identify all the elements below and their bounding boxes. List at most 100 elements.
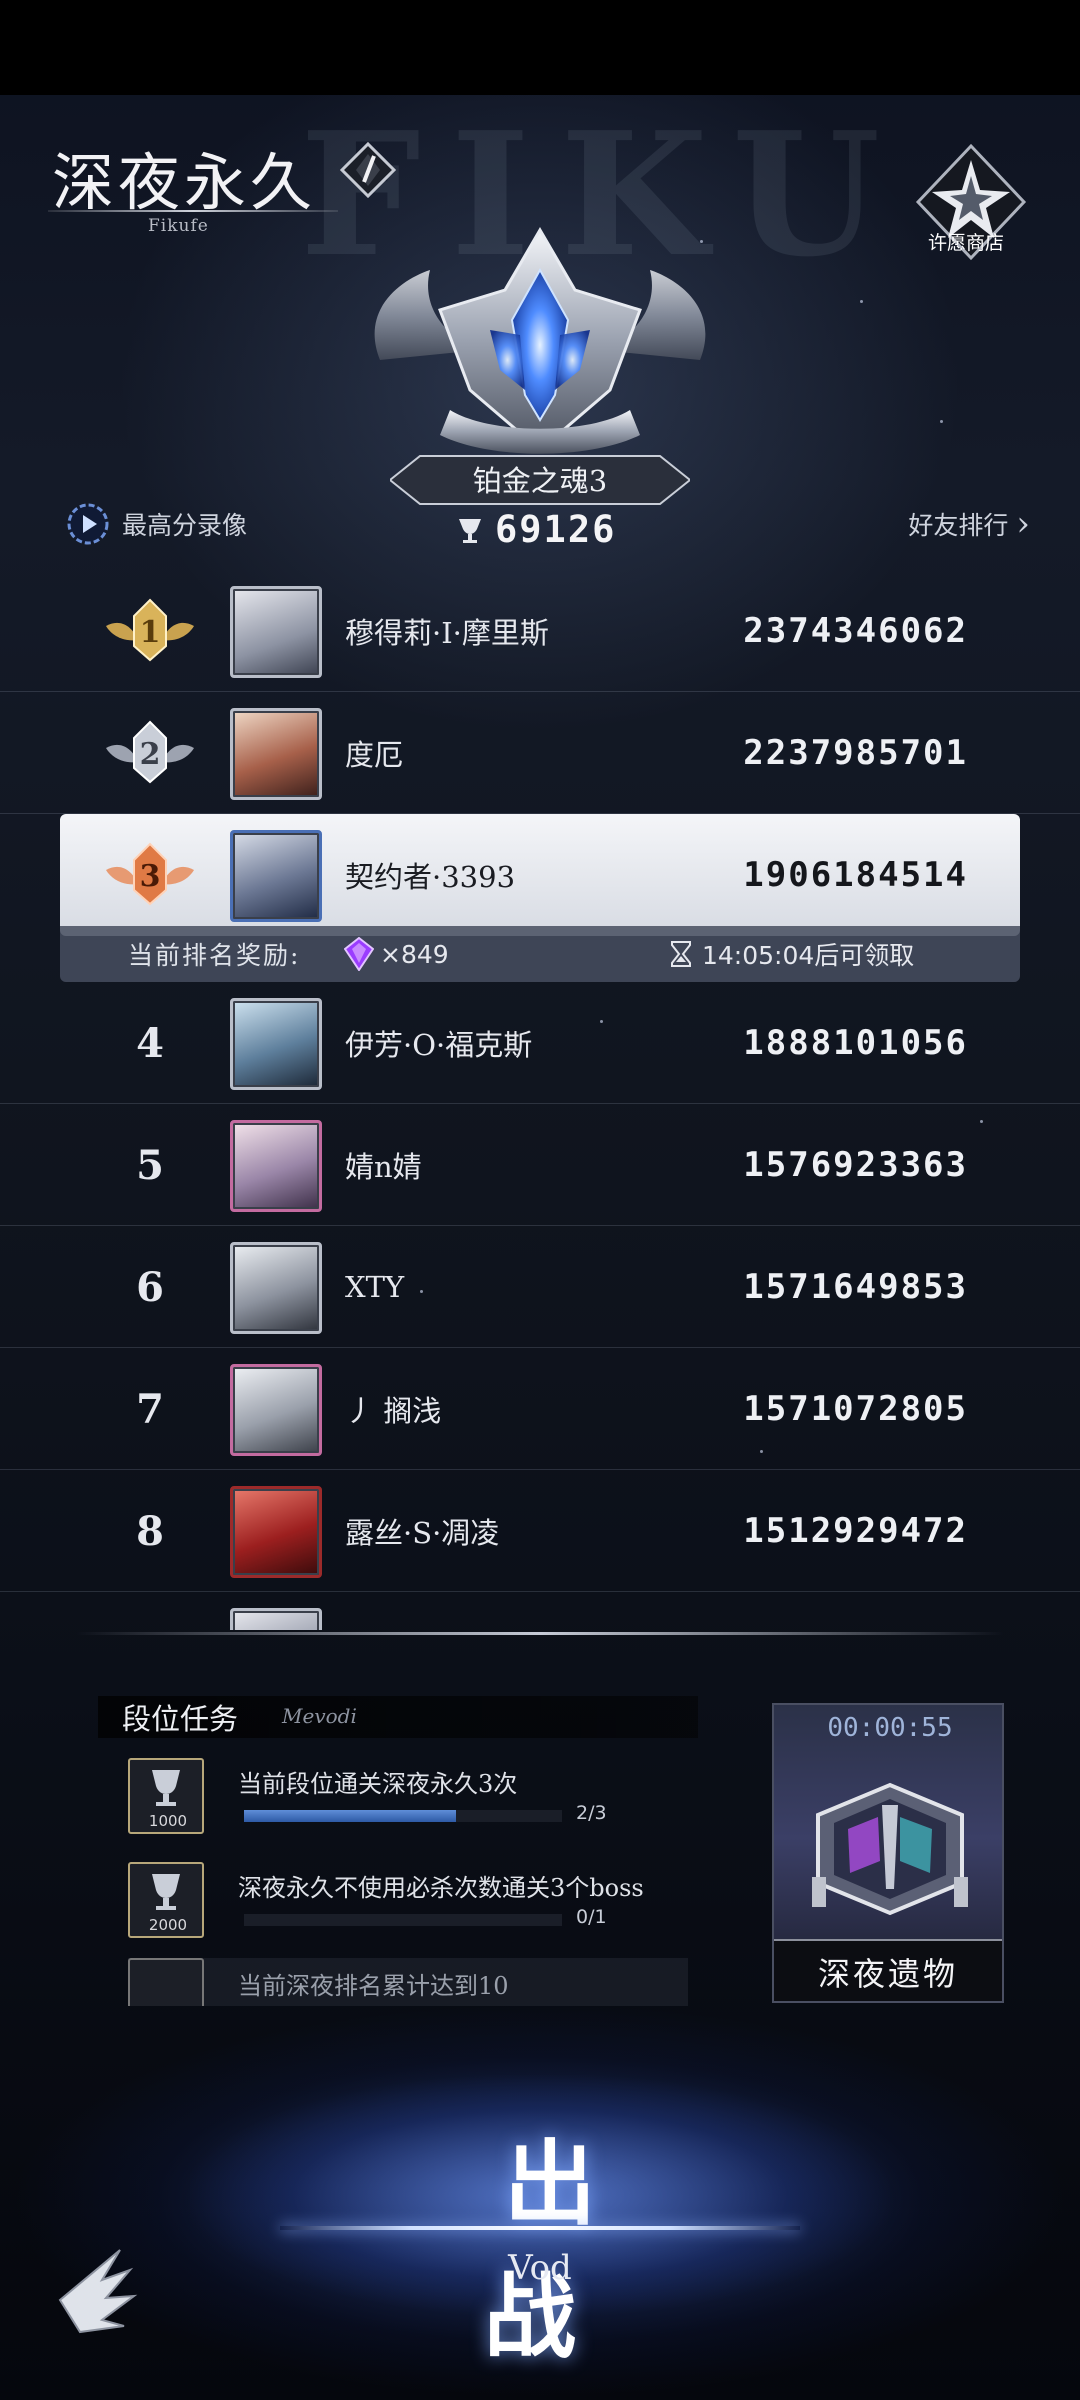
logo-subtitle: Fikufe — [148, 216, 209, 236]
player-name: 伊芳·O·福克斯 — [345, 1028, 533, 1062]
leaderboard-list[interactable]: 1 穆得莉·I·摩里斯 2374346062 2 度厄 2237985701 3… — [0, 570, 1080, 1630]
battle-label: 出战 — [483, 2130, 636, 2371]
rank-number: 4 — [136, 1019, 164, 1067]
bronze-medal-icon: 3 — [106, 842, 194, 906]
friend-ranking-label: 好友排行 — [908, 511, 1009, 540]
task-item[interactable]: 2000 深夜永久不使用必杀次数通关3个boss 0/1 — [128, 1862, 688, 1946]
gold-medal-icon: 1 — [106, 598, 194, 662]
task-reward-trophy-icon: 2000 — [128, 1862, 204, 1938]
rank-medal-silver: 2 — [100, 692, 200, 814]
logo-diamond-icon — [340, 142, 396, 198]
rank-medal-gold: 1 — [100, 570, 200, 692]
tasks-title: 段位任务 — [122, 1702, 239, 1736]
task-reward-amount: 2000 — [148, 1916, 188, 1934]
player-avatar[interactable] — [230, 1608, 322, 1630]
task-progress-bar — [244, 1914, 562, 1926]
svg-text:1: 1 — [140, 615, 161, 650]
leaderboard-row-partial[interactable] — [0, 1592, 1080, 1630]
wish-shop-button[interactable]: 许愿商店 — [906, 140, 1036, 270]
player-name: 契约者·3393 — [345, 860, 516, 894]
rank-reward-bar: 当前排名奖励: ×849 14:05:04后可领取 — [60, 926, 1020, 982]
night-relic-button[interactable]: 00:00:55 深夜遗物 — [772, 1703, 1004, 2003]
task-item-partial[interactable]: 当前深夜排名累计达到10 — [128, 1958, 688, 2006]
task-reward-trophy-icon — [128, 1958, 204, 2006]
logo-title: 深夜永久 — [52, 146, 317, 219]
leaderboard-row[interactable]: 4 伊芳·O·福克斯 1888101056 — [0, 982, 1080, 1104]
friend-ranking-button[interactable]: 好友排行 › — [908, 506, 1030, 542]
task-reward-amount: 1000 — [148, 1812, 188, 1830]
trophy-icon — [459, 518, 481, 543]
task-progress-bar — [244, 1810, 562, 1822]
player-name: 婧n婧 — [345, 1150, 422, 1184]
leaderboard-divider — [76, 1632, 1004, 1635]
player-score: 2374346062 — [743, 611, 968, 651]
player-avatar[interactable] — [230, 1120, 322, 1212]
leaderboard-row-self[interactable]: 3 契约者·3393 1906184514 — [60, 814, 1020, 936]
player-score: 1906184514 — [743, 855, 968, 895]
rank-name: 铂金之魂3 — [472, 464, 608, 498]
player-name: 度厄 — [345, 738, 404, 772]
player-avatar[interactable] — [230, 586, 322, 678]
hourglass-icon — [671, 941, 691, 967]
rank-number: 8 — [136, 1507, 164, 1555]
logo-underline — [48, 210, 338, 212]
task-progress-fill — [244, 1810, 457, 1822]
battle-underline — [280, 2226, 800, 2230]
player-avatar[interactable] — [230, 998, 322, 1090]
player-avatar[interactable] — [230, 1486, 322, 1578]
player-score: 1512929472 — [743, 1511, 968, 1551]
task-progress-text: 2/3 — [576, 1802, 607, 1824]
best-replay-label: 最高分录像 — [122, 511, 248, 540]
player-name: 穆得莉·I·摩里斯 — [345, 616, 549, 650]
rank-number: 6 — [136, 1263, 164, 1311]
player-avatar[interactable] — [230, 1242, 322, 1334]
player-name: XTY — [345, 1270, 405, 1304]
task-text: 当前深夜排名累计达到10 — [238, 1972, 509, 2000]
game-background: FIKU 深夜永久 Fikufe 许愿商店 铂金之魂3 69126 最高分录像 … — [0, 0, 1080, 2400]
rank-tasks-panel[interactable]: 段位任务 Mevodi 1000 当前段位通关深夜永久3次 2/3 2000 深… — [98, 1696, 698, 2006]
purple-gem-icon — [344, 937, 374, 971]
reward-countdown: 14:05:04后可领取 — [702, 941, 915, 970]
rank-number: 5 — [136, 1141, 164, 1189]
leaderboard-row[interactable]: 5 婧n婧 1576923363 — [0, 1104, 1080, 1226]
task-progress-text: 0/1 — [576, 1906, 607, 1928]
back-wing-icon[interactable] — [50, 2240, 140, 2340]
leaderboard-row[interactable]: 7 丿 搁浅 1571072805 — [0, 1348, 1080, 1470]
player-score: 1888101056 — [743, 1023, 968, 1063]
leaderboard-row[interactable]: 1 穆得莉·I·摩里斯 2374346062 — [0, 570, 1080, 692]
rank-number: 7 — [136, 1385, 164, 1433]
player-avatar[interactable] — [230, 830, 322, 922]
task-text: 当前段位通关深夜永久3次 — [238, 1770, 518, 1798]
reward-label: 当前排名奖励: — [128, 941, 301, 970]
rank-medal-bronze: 3 — [100, 814, 200, 936]
task-text: 深夜永久不使用必杀次数通关3个boss — [238, 1874, 644, 1902]
task-item[interactable]: 1000 当前段位通关深夜永久3次 2/3 — [128, 1758, 688, 1842]
best-replay-button[interactable]: 最高分录像 — [66, 502, 247, 546]
player-name: 丿 搁浅 — [345, 1394, 442, 1428]
battle-subtitle: Vod — [508, 2248, 572, 2288]
tasks-header: 段位任务 Mevodi — [98, 1696, 698, 1738]
play-replay-icon — [67, 503, 109, 545]
player-avatar[interactable] — [230, 1364, 322, 1456]
battle-button[interactable]: 出战 — [430, 2110, 670, 2371]
svg-text:2: 2 — [140, 737, 161, 772]
player-avatar[interactable] — [230, 708, 322, 800]
leaderboard-row[interactable]: 8 露丝·S·凋凌 1512929472 — [0, 1470, 1080, 1592]
relic-chest-icon — [812, 1782, 968, 1916]
relic-countdown: 00:00:55 — [827, 1713, 953, 1743]
trophy-score-row: 69126 — [455, 508, 616, 551]
game-mode-logo: 深夜永久 Fikufe — [48, 132, 396, 236]
relic-label-box: 深夜遗物 — [774, 1939, 1002, 2001]
chevron-right-icon: › — [1016, 504, 1030, 544]
player-name: 露丝·S·凋凌 — [345, 1516, 500, 1550]
relic-label: 深夜遗物 — [817, 1955, 958, 1993]
task-reward-trophy-icon: 1000 — [128, 1758, 204, 1834]
leaderboard-row[interactable]: 6 XTY 1571649853 — [0, 1226, 1080, 1348]
player-score: 1571072805 — [743, 1389, 968, 1429]
player-score: 1571649853 — [743, 1267, 968, 1307]
silver-medal-icon: 2 — [106, 720, 194, 784]
tasks-subtitle: Mevodi — [282, 1704, 357, 1728]
reward-count: ×849 — [380, 939, 449, 969]
svg-text:3: 3 — [140, 859, 161, 894]
leaderboard-row[interactable]: 2 度厄 2237985701 — [0, 692, 1080, 814]
